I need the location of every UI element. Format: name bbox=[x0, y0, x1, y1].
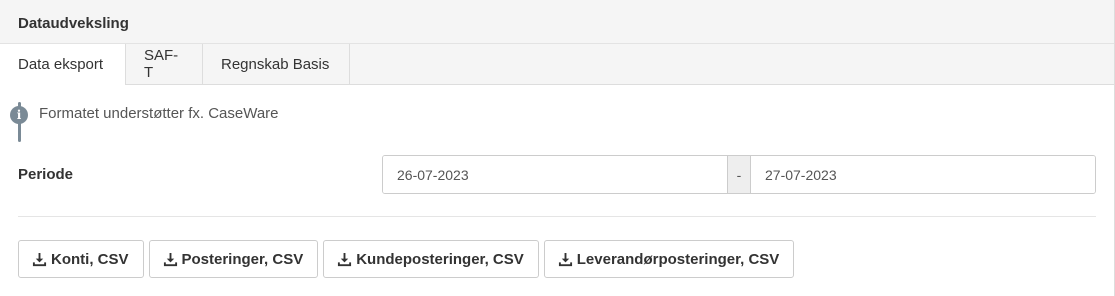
info-icon: i bbox=[10, 106, 28, 124]
dataudveksling-panel: Dataudveksling Data eksport SAF-T Regnsk… bbox=[0, 0, 1115, 296]
periode-label: Periode bbox=[18, 166, 74, 183]
button-label: Kundeposteringer, CSV bbox=[356, 250, 524, 268]
download-icon bbox=[32, 252, 47, 266]
tab-regnskab-basis[interactable]: Regnskab Basis bbox=[203, 44, 350, 84]
info-text: Formatet understøtter fx. CaseWare bbox=[39, 105, 279, 122]
panel-title: Dataudveksling bbox=[0, 0, 1114, 44]
download-icon bbox=[163, 252, 177, 266]
date-range-separator: - bbox=[727, 156, 751, 193]
export-button-group: Konti, CSV Posteringer, CSV Kundeposteri… bbox=[18, 240, 799, 278]
button-label: Leverandørposteringer, CSV bbox=[576, 250, 780, 268]
info-callout: i Formatet understøtter fx. CaseWare bbox=[10, 102, 279, 142]
export-kundeposteringer-csv-button[interactable]: Kundeposteringer, CSV bbox=[323, 240, 539, 278]
export-konti-csv-button[interactable]: Konti, CSV bbox=[18, 240, 144, 278]
date-from-input[interactable] bbox=[383, 156, 727, 193]
export-leverandorposteringer-csv-button[interactable]: Leverandørposteringer, CSV bbox=[543, 240, 795, 278]
period-date-range: - bbox=[382, 155, 1096, 194]
date-to-input[interactable] bbox=[751, 156, 1095, 193]
tab-bar: Data eksport SAF-T Regnskab Basis bbox=[0, 44, 1114, 85]
tab-data-eksport[interactable]: Data eksport bbox=[0, 44, 126, 85]
button-label: Posteringer, CSV bbox=[181, 250, 304, 268]
button-label: Konti, CSV bbox=[51, 250, 129, 268]
tab-saf-t[interactable]: SAF-T bbox=[126, 44, 203, 84]
divider bbox=[18, 216, 1096, 217]
download-icon bbox=[558, 252, 572, 266]
export-posteringer-csv-button[interactable]: Posteringer, CSV bbox=[148, 240, 319, 278]
download-icon bbox=[338, 252, 352, 266]
